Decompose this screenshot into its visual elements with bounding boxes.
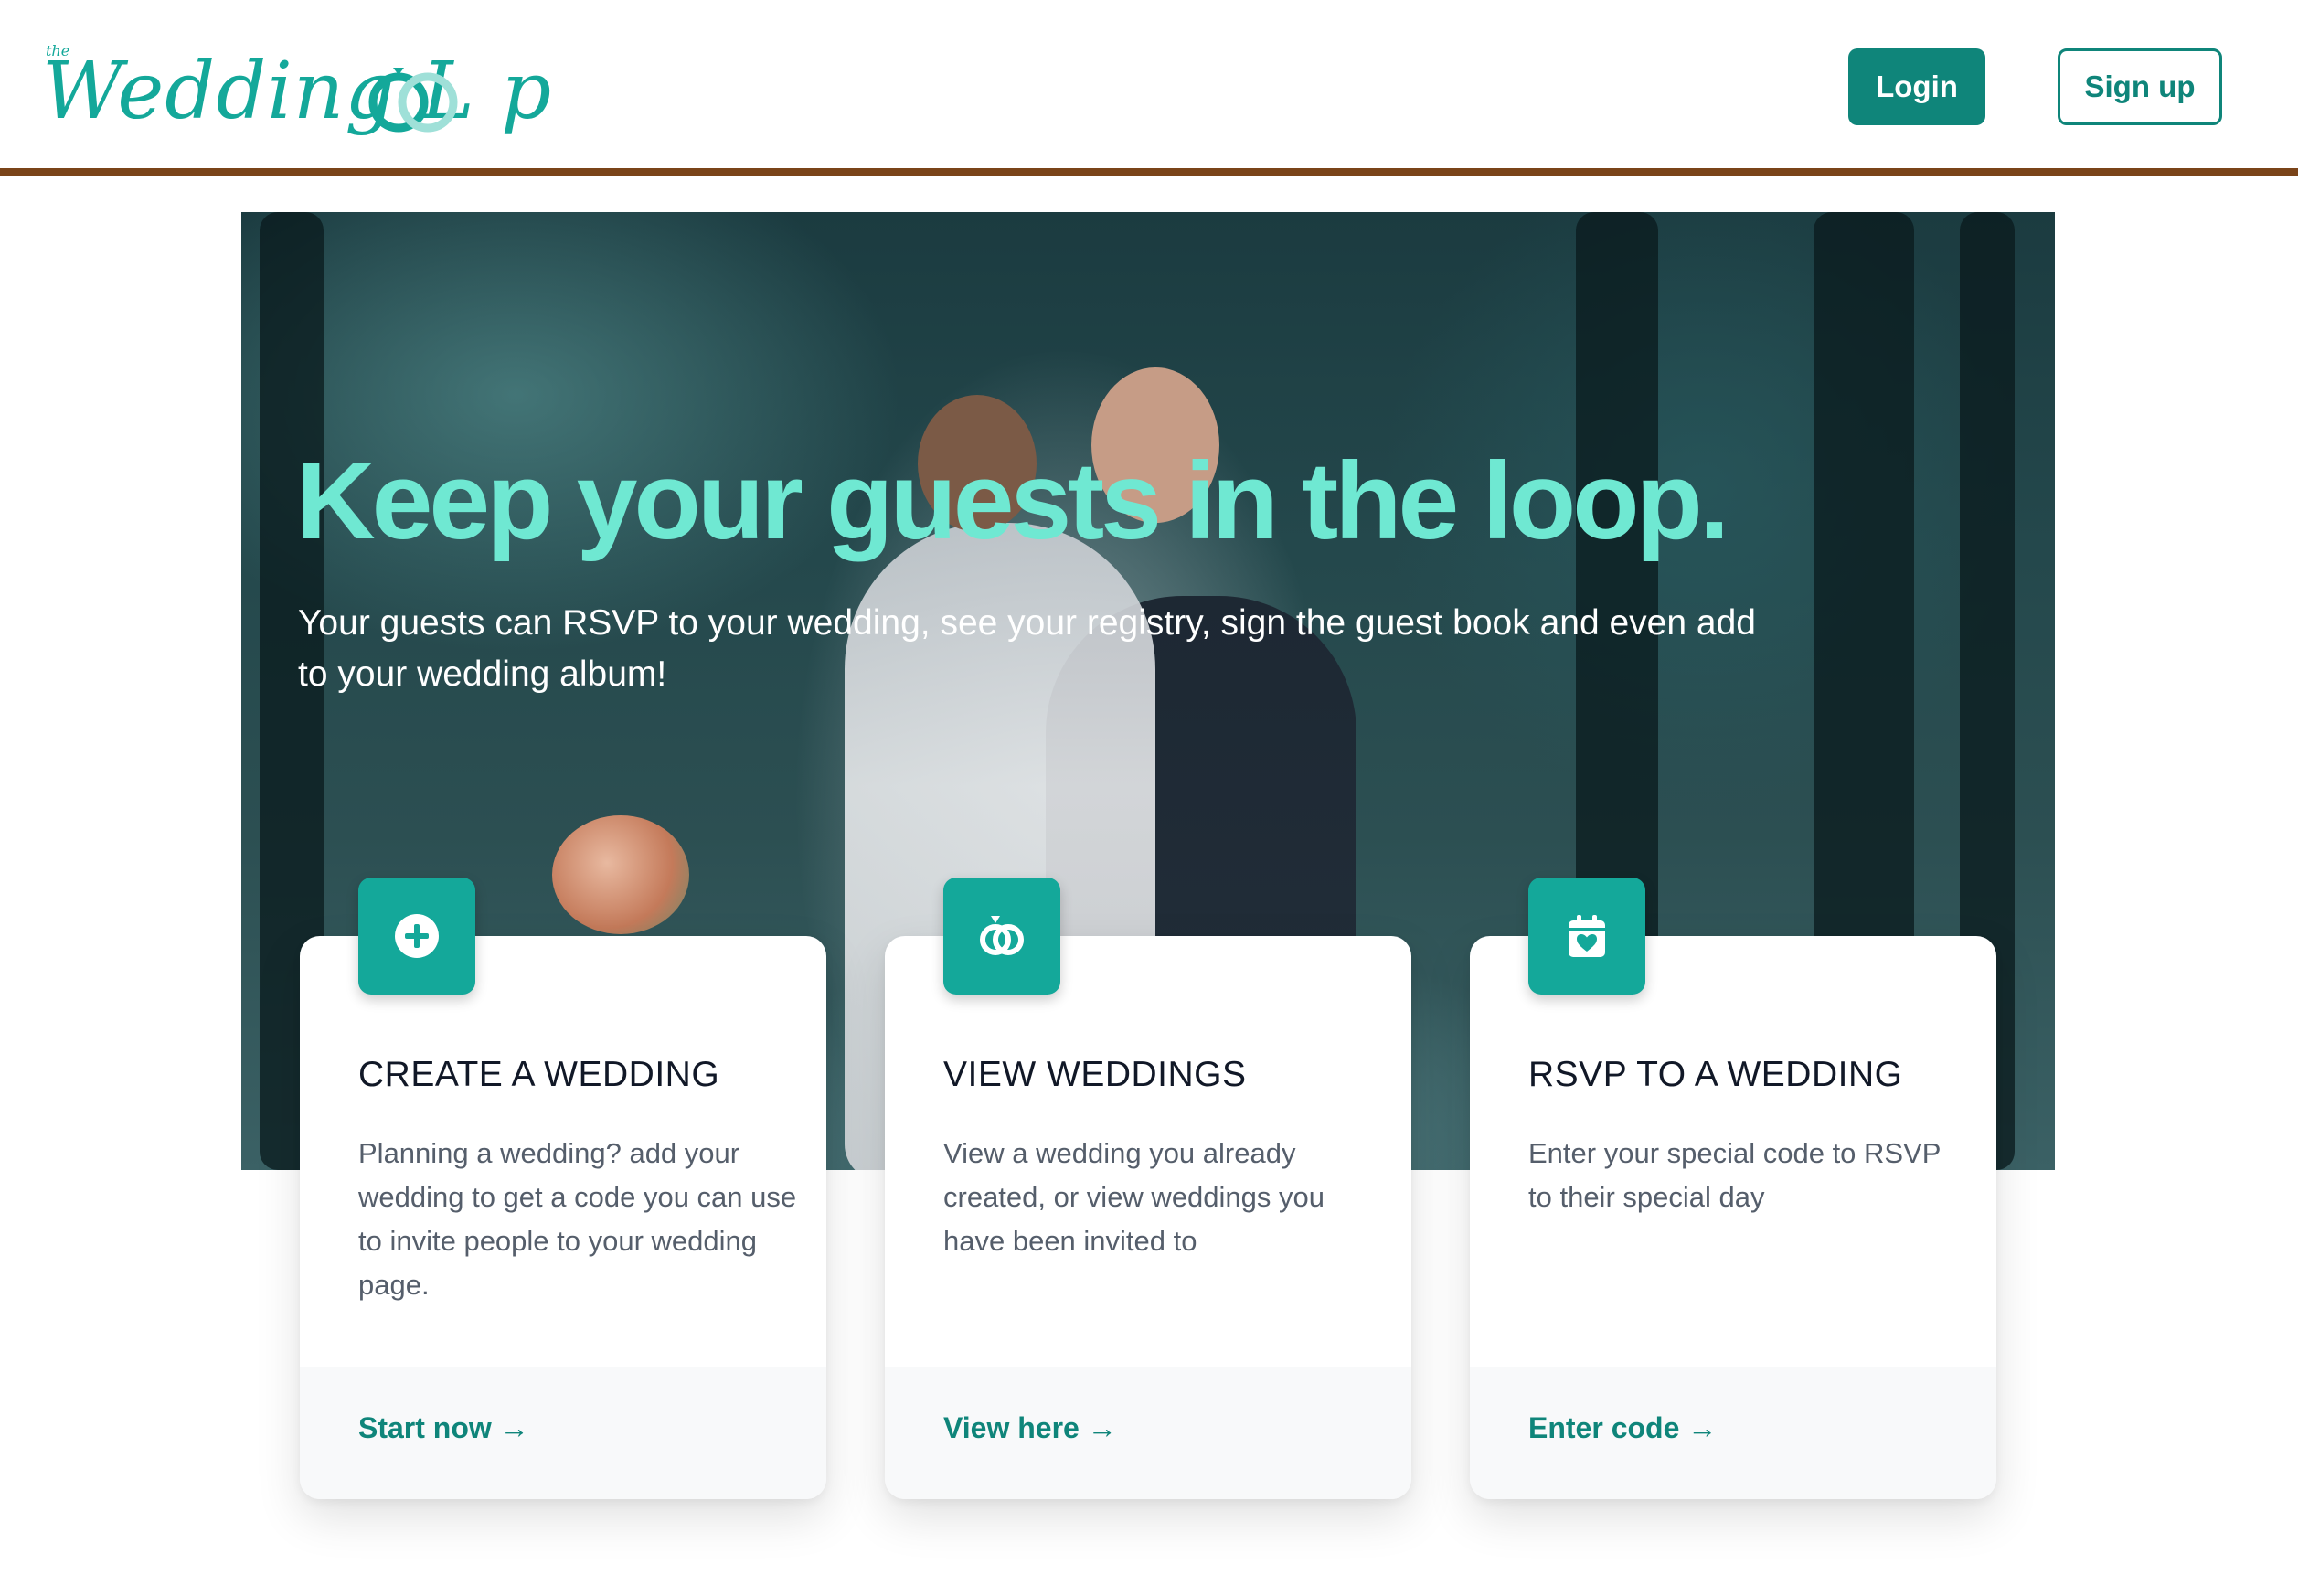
card-title: CREATE A WEDDING — [358, 1055, 720, 1094]
view-here-link[interactable]: View here → — [943, 1411, 1117, 1445]
plus-circle-icon — [395, 914, 439, 958]
calendar-heart-icon — [1569, 915, 1605, 957]
logo-text: Wedding L p — [42, 46, 553, 137]
signup-button[interactable]: Sign up — [2058, 48, 2222, 125]
card-view-weddings: VIEW WEDDINGS View a wedding you already… — [885, 878, 1411, 1499]
card-icon-tile — [943, 878, 1060, 995]
card-icon-tile — [1528, 878, 1645, 995]
hero-title: Keep your guests in the loop. — [296, 440, 1729, 562]
logo-rings-icon — [368, 68, 458, 133]
hero-subtitle: Your guests can RSVP to your wedding, se… — [298, 603, 1756, 694]
wedding-loop-logo[interactable]: the Wedding L p — [42, 40, 551, 141]
start-now-link[interactable]: Start now → — [358, 1411, 529, 1445]
enter-code-link[interactable]: Enter code → — [1528, 1411, 1717, 1445]
site-header: the Wedding L p Login Sign up — [0, 0, 2298, 176]
card-footer: Start now → — [300, 1367, 826, 1499]
card-description: Enter your special code to RSVP to their… — [1528, 1137, 1941, 1213]
card-icon-tile — [358, 878, 475, 995]
card-footer: Enter code → — [1470, 1367, 1996, 1499]
rings-icon — [980, 916, 1024, 955]
card-create-wedding: CREATE A WEDDING Planning a wedding? add… — [300, 878, 826, 1499]
card-description: View a wedding you already created, or v… — [943, 1137, 1325, 1257]
login-button[interactable]: Login — [1848, 48, 1985, 125]
hero-bouquet — [552, 815, 689, 934]
card-rsvp-wedding: RSVP TO A WEDDING Enter your special cod… — [1470, 878, 1996, 1499]
card-title: VIEW WEDDINGS — [943, 1055, 1247, 1094]
card-footer: View here → — [885, 1367, 1411, 1499]
card-title: RSVP TO A WEDDING — [1528, 1055, 1903, 1094]
card-description: Planning a wedding? add your wedding to … — [358, 1137, 797, 1301]
